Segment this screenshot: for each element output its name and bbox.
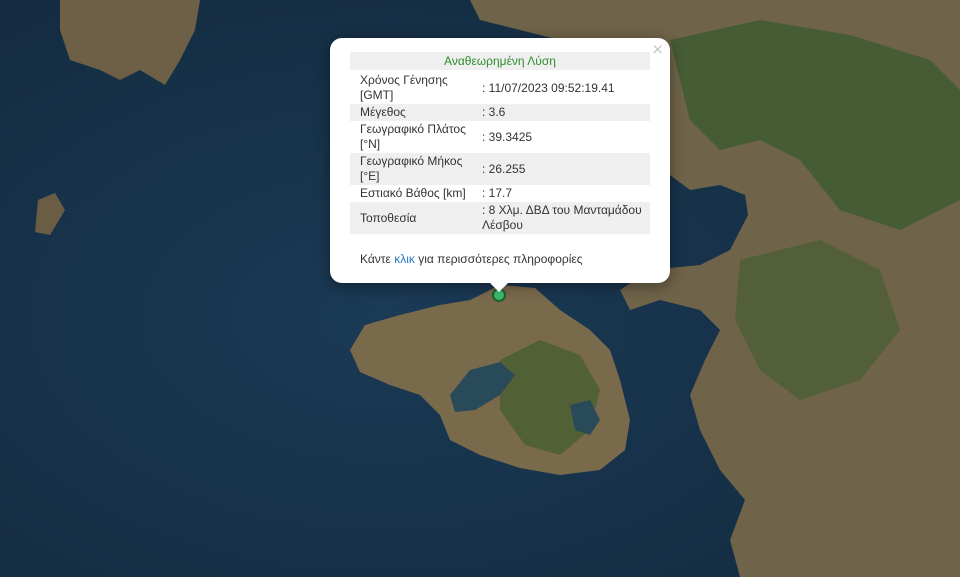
popup-tip [488,281,510,292]
magnitude-label: Μέγεθος [350,104,480,121]
longitude-value: : 26.255 [480,153,650,185]
origin-time-label: Χρόνος Γένησης [GMT] [360,73,448,102]
more-info-link[interactable]: κλικ [394,252,415,266]
latitude-value: : 39.3425 [482,129,533,144]
longitude-label: Γεωγραφικό Μήκος [°E] [350,153,480,185]
event-popup: × Αναθεωρημένη Λύση Χρόνος Γένησης [GMT]… [330,38,670,283]
depth-value: : 17.7 [482,186,513,200]
row-latitude: Γεωγραφικό Πλάτος [°N] : 39.3425 [350,121,650,153]
row-longitude: Γεωγραφικό Μήκος [°E] : 26.255 [350,153,650,185]
row-location: Τοποθεσία : 8 Χλμ. ΔΒΔ του Μανταμάδου Λέ… [350,202,650,234]
latitude-label: Γεωγραφικό Πλάτος [°N] [360,122,466,151]
more-info-prefix: Κάντε [360,252,395,266]
event-info-table: Χρόνος Γένησης [GMT] : 11/07/2023 09:52:… [350,72,650,234]
more-info-text: Κάντε κλικ για περισσότερες πληροφορίες [360,252,583,266]
location-value: : 8 Χλμ. ΔΒΔ του Μανταμάδου Λέσβου [480,202,650,234]
satellite-map[interactable]: × Αναθεωρημένη Λύση Χρόνος Γένησης [GMT]… [0,0,960,577]
more-info-suffix: για περισσότερες πληροφορίες [414,252,583,266]
row-magnitude: Μέγεθος : 3.6 [350,104,650,121]
magnitude-value: : 3.6 [480,104,650,121]
row-depth: Εστιακό Βάθος [km] : 17.7 [350,185,650,202]
depth-label: Εστιακό Βάθος [km] [360,186,466,200]
location-label: Τοποθεσία [350,202,480,234]
origin-time-value: : 11/07/2023 09:52:19.41 [482,80,615,95]
close-icon[interactable]: × [651,41,664,57]
row-origin-time: Χρόνος Γένησης [GMT] : 11/07/2023 09:52:… [350,72,650,104]
popup-title: Αναθεωρημένη Λύση [350,52,650,70]
